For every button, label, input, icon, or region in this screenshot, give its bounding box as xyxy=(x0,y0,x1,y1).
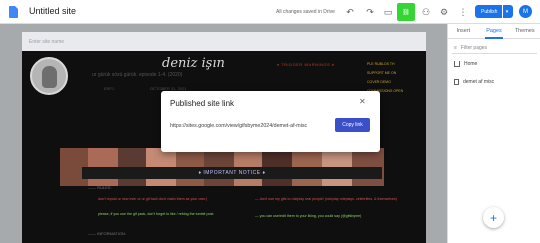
site-subtitle: ur gürük sözü gürük. episode 1-4. (2020) xyxy=(92,72,183,78)
page-item-home[interactable]: Home xyxy=(454,61,477,67)
site-name-field[interactable]: Enter site name xyxy=(22,32,426,51)
rule-text: — don't use my gifs to roleplay real peo… xyxy=(255,197,397,201)
tab-themes[interactable]: Themes xyxy=(509,24,540,38)
undo-icon[interactable]: ↶ xyxy=(343,5,357,19)
page-icon xyxy=(454,79,459,85)
copy-link-button[interactable]: Copy link xyxy=(335,118,370,132)
sidebar-link[interactable]: SUPPORT ME ON xyxy=(367,69,422,78)
rule-text: please, if you use the gif pack, don't f… xyxy=(98,212,215,216)
page-label: demet af misc xyxy=(463,79,495,85)
rule-text: — you can use/edit them to your liking, … xyxy=(255,214,362,218)
publish-label: Publish xyxy=(481,8,498,15)
settings-icon[interactable]: ⚙ xyxy=(437,5,451,19)
add-people-icon[interactable]: ⚇ xyxy=(419,5,433,19)
published-link-dialog: Published site link ✕ https://sites.goog… xyxy=(161,91,380,152)
site-name-placeholder: Enter site name xyxy=(29,39,65,45)
home-icon xyxy=(454,61,460,67)
chevron-down-icon[interactable]: ▾ xyxy=(502,5,511,18)
page-item-demet-af-misc[interactable]: demet af misc xyxy=(454,79,494,85)
filter-placeholder: Filter pages xyxy=(460,44,488,51)
google-sites-logo-icon[interactable] xyxy=(9,6,18,18)
tab-pages[interactable]: Pages xyxy=(479,24,510,39)
sidebar-link[interactable]: PLE RUBLOS TH xyxy=(367,60,422,69)
information-heading: —— INFORMATION: xyxy=(88,231,126,236)
avatar[interactable]: M xyxy=(519,5,532,18)
save-status: All changes saved in Drive xyxy=(276,9,335,15)
redo-icon[interactable]: ↷ xyxy=(363,5,377,19)
tab-insert[interactable]: Insert xyxy=(448,24,479,38)
close-icon[interactable]: ✕ xyxy=(359,97,366,106)
preview-icon[interactable]: ▭ xyxy=(381,5,395,19)
sidebar-link[interactable]: COVER DEMO xyxy=(367,78,422,87)
rule-text: don't repost ur new ever or ur gif bad! … xyxy=(98,197,208,201)
publish-button[interactable]: Publish ▾ xyxy=(475,5,513,18)
site-title[interactable]: Untitled site xyxy=(29,6,76,16)
profile-image xyxy=(30,57,68,95)
dialog-title: Published site link xyxy=(170,99,235,108)
meta-left: ESFJ xyxy=(104,86,114,91)
important-notice-bar: ♦ IMPORTANT NOTICE ♦ xyxy=(82,167,382,179)
published-url[interactable]: https://sites.google.com/view/gifsbyme20… xyxy=(170,123,307,129)
filter-icon: ≡ xyxy=(454,44,457,51)
add-page-button[interactable]: + xyxy=(483,207,504,228)
filter-pages-input[interactable]: ≡ Filter pages xyxy=(452,42,537,54)
page-label: Home xyxy=(464,61,478,67)
top-toolbar: Untitled site All changes saved in Drive… xyxy=(0,0,540,24)
link-icon[interactable]: ⛓ xyxy=(397,3,415,21)
rules-heading: —— RULES: xyxy=(88,185,112,190)
site-heading: deniz işın xyxy=(162,56,225,71)
more-icon[interactable]: ⋮ xyxy=(456,5,470,19)
trigger-warnings-title: ♦ TRIGGER WARNINGS ♦ xyxy=(277,62,335,67)
panel-tabs: Insert Pages Themes xyxy=(448,24,540,39)
